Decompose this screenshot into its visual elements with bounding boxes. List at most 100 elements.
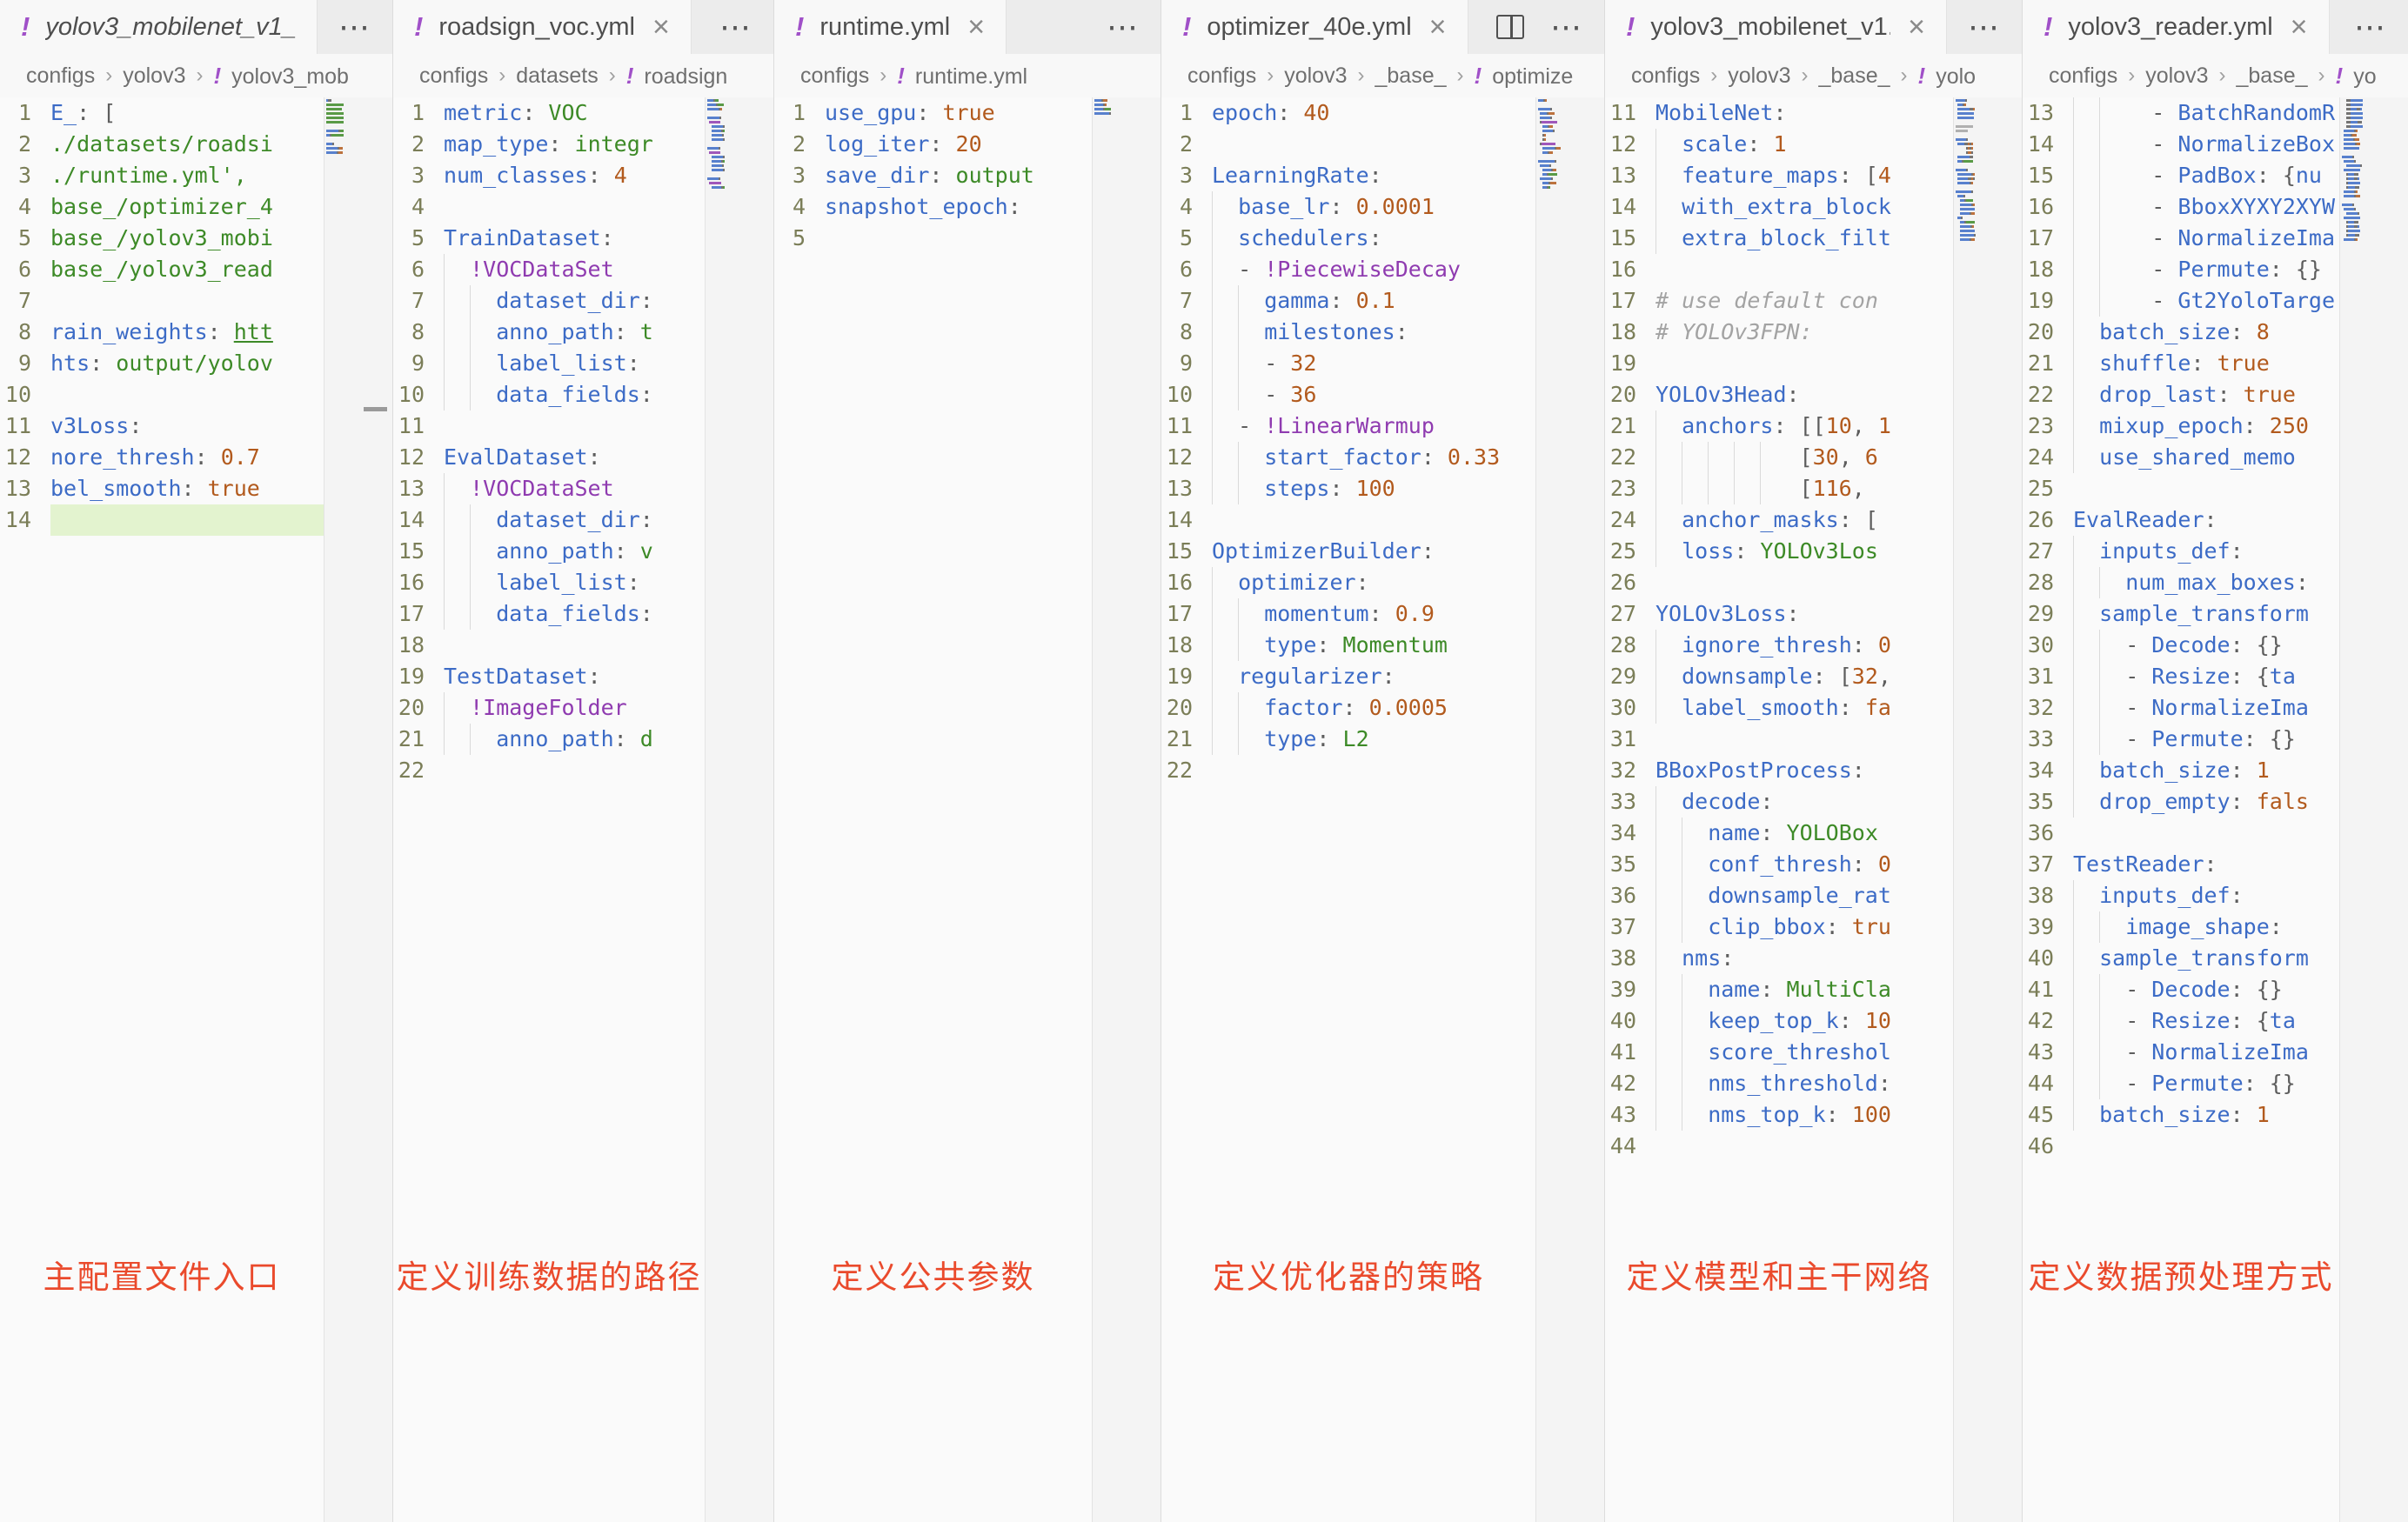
- more-actions-icon[interactable]: ⋯: [719, 9, 752, 45]
- code-editor[interactable]: 1E_: [2./datasets/roadsi3./runtime.yml',…: [0, 97, 324, 1522]
- minimap[interactable]: [1956, 99, 2001, 247]
- code-text: scale: 1: [1656, 129, 1953, 160]
- code-line: 42- Resize: {ta: [2023, 1005, 2339, 1037]
- code-token: 1: [2257, 758, 2270, 783]
- code-text: drop_empty: fals: [2073, 786, 2339, 818]
- code-editor[interactable]: 13 - BatchRandomR14 - NormalizeBox15 - P…: [2023, 97, 2339, 1522]
- breadcrumb-item[interactable]: yolov3: [123, 63, 185, 89]
- more-actions-icon[interactable]: ⋯: [338, 9, 371, 45]
- editor-tab[interactable]: ! yolov3_mobilenet_v1_roa: [0, 0, 318, 54]
- breadcrumb-item[interactable]: configs: [26, 63, 95, 89]
- more-actions-icon[interactable]: ⋯: [2354, 9, 2387, 45]
- minimap-row: [1956, 199, 2001, 202]
- split-editor-icon[interactable]: [1496, 15, 1524, 39]
- more-actions-icon[interactable]: ⋯: [1550, 9, 1583, 45]
- breadcrumb-separator: ›: [1357, 63, 1364, 88]
- annotation-label: 定义优化器的策略: [1161, 1251, 1535, 1298]
- breadcrumb-item[interactable]: _base_: [1375, 63, 1446, 89]
- indent-guide: [2073, 379, 2099, 411]
- line-number: 16: [1605, 254, 1656, 285]
- code-editor[interactable]: 1metric: VOC2map_type: integr3num_classe…: [393, 97, 705, 1522]
- code-token: EvalDataset: [444, 444, 588, 470]
- breadcrumb-item[interactable]: yolov3: [1284, 63, 1347, 89]
- editor-tab[interactable]: ! yolov3_mobilenet_v1.yml ×: [1605, 0, 1947, 54]
- line-number: 38: [2023, 880, 2073, 911]
- breadcrumb-item[interactable]: configs: [1631, 63, 1700, 89]
- code-text: conf_thresh: 0: [1656, 849, 1953, 880]
- breadcrumb-item[interactable]: _base_: [2236, 63, 2307, 89]
- indent-guide: [444, 348, 470, 379]
- code-text: bel_smooth: true: [50, 473, 324, 504]
- minimap-row: [1956, 173, 2001, 176]
- editor-tab[interactable]: ! roadsign_voc.yml ×: [393, 0, 692, 54]
- breadcrumb-item[interactable]: !yolov3_mob: [213, 63, 348, 90]
- code-token: NormalizeIma: [2151, 695, 2309, 720]
- code-token: YOLOv3Los: [1760, 538, 1877, 564]
- more-actions-icon[interactable]: ⋯: [1107, 9, 1140, 45]
- breadcrumb-item[interactable]: datasets: [516, 63, 599, 89]
- code-text: gamma: 0.1: [1212, 285, 1535, 317]
- code-line: 26: [1605, 567, 1953, 598]
- editor-tab[interactable]: ! runtime.yml ×: [774, 0, 1007, 54]
- editor-tab[interactable]: ! yolov3_reader.yml ×: [2023, 0, 2330, 54]
- breadcrumb-item[interactable]: !yo: [2336, 63, 2377, 90]
- code-token: use_gpu: [825, 100, 916, 125]
- tab-close-icon[interactable]: ×: [652, 12, 670, 42]
- minimap[interactable]: [326, 99, 371, 160]
- code-token: 0.7: [221, 444, 260, 470]
- code-token: :: [588, 163, 614, 188]
- indent-guide: [1656, 223, 1682, 254]
- tab-close-icon[interactable]: ×: [967, 12, 985, 42]
- code-text: base_/optimizer_4: [50, 191, 324, 223]
- minimap[interactable]: [2342, 99, 2387, 247]
- scrollbar-strip: [324, 97, 392, 1522]
- code-editor[interactable]: 1use_gpu: true2log_iter: 203save_dir: ou…: [774, 97, 1092, 1522]
- tab-close-icon[interactable]: ×: [1429, 12, 1447, 42]
- minimap[interactable]: [1538, 99, 1583, 195]
- indent-guide: [2073, 1037, 2099, 1068]
- tab-close-icon[interactable]: ×: [1908, 12, 1925, 42]
- code-line: 15 - PadBox: {nu: [2023, 160, 2339, 191]
- editor-tab[interactable]: ! optimizer_40e.yml ×: [1161, 0, 1468, 54]
- code-line: 25: [2023, 473, 2339, 504]
- tab-actions: ⋯: [1475, 0, 1604, 54]
- breadcrumb-item[interactable]: !runtime.yml: [897, 63, 1027, 90]
- minimap[interactable]: [1094, 99, 1140, 121]
- minimap-row: [1538, 190, 1583, 193]
- breadcrumb-item[interactable]: yolov3: [1728, 63, 1790, 89]
- code-editor[interactable]: 1epoch: 4023LearningRate:4base_lr: 0.000…: [1161, 97, 1535, 1522]
- breadcrumb-item[interactable]: !optimize: [1475, 63, 1574, 90]
- breadcrumb-item[interactable]: configs: [2049, 63, 2117, 89]
- tab-close-icon[interactable]: ×: [2291, 12, 2308, 42]
- breadcrumb-item[interactable]: _base_: [1818, 63, 1890, 89]
- code-line: 10data_fields:: [393, 379, 705, 411]
- breadcrumb-item[interactable]: yolov3: [2145, 63, 2208, 89]
- line-number: 35: [2023, 786, 2073, 818]
- breadcrumb-item[interactable]: configs: [419, 63, 488, 89]
- line-number: 9: [1161, 348, 1212, 379]
- minimap-row: [326, 117, 371, 119]
- code-line: 17 - NormalizeIma: [2023, 223, 2339, 254]
- minimap-row: [326, 99, 371, 102]
- line-number: 7: [1161, 285, 1212, 317]
- code-text: nms:: [1656, 943, 1953, 974]
- code-token: :: [1787, 601, 1800, 626]
- breadcrumb-item[interactable]: !roadsign: [626, 63, 728, 90]
- indent-guide: [2073, 411, 2099, 442]
- minimap[interactable]: [707, 99, 752, 195]
- breadcrumb-item[interactable]: configs: [1187, 63, 1256, 89]
- line-number: 11: [393, 411, 444, 442]
- code-token: Resize: [2151, 664, 2230, 689]
- code-text: TestReader:: [2073, 849, 2339, 880]
- code-line: 16label_list:: [393, 567, 705, 598]
- scrollbar-strip: [1092, 97, 1161, 1522]
- code-text: [50, 285, 324, 317]
- line-number: 19: [1161, 661, 1212, 692]
- more-actions-icon[interactable]: ⋯: [1968, 9, 2001, 45]
- breadcrumb-item[interactable]: !yolo: [1918, 63, 1977, 90]
- minimap-row: [1956, 112, 2001, 115]
- code-text: OptimizerBuilder:: [1212, 536, 1535, 567]
- code-editor[interactable]: 11MobileNet:12scale: 113feature_maps: [4…: [1605, 97, 1953, 1522]
- breadcrumb-item[interactable]: configs: [800, 63, 869, 89]
- code-token: :: [588, 444, 601, 470]
